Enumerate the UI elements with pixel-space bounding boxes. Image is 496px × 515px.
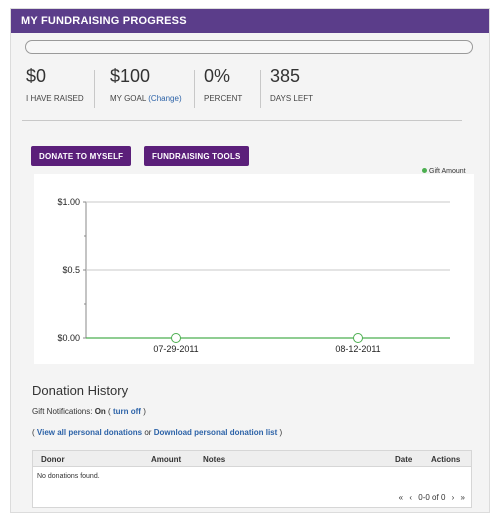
data-point (171, 333, 181, 343)
goal-label: MY GOAL (Change) (110, 94, 182, 103)
column-header-actions: Actions (431, 455, 461, 464)
view-all-donations-link[interactable]: View all personal donations (37, 428, 142, 437)
links-paren-open: ( (32, 428, 35, 437)
raised-label: I HAVE RAISED (26, 94, 84, 103)
gift-amount-chart: $1.00 $0.5 $0.00 07-29-2011 08-12-2011 (34, 174, 474, 364)
x-tick-label: 07-29-2011 (153, 344, 198, 354)
stat-divider (260, 70, 261, 108)
donation-table: Donor Amount Notes Date Actions No donat… (32, 450, 472, 508)
progress-bar (25, 40, 473, 54)
y-tick-label: $0.00 (57, 333, 80, 343)
stats-row: $0 I HAVE RAISED $100 MY GOAL (Change) 0… (24, 66, 454, 110)
download-donation-list-link[interactable]: Download personal donation list (154, 428, 278, 437)
first-page-button[interactable]: « (399, 493, 403, 502)
prev-page-button[interactable]: ‹ (409, 493, 412, 502)
x-tick-label: 08-12-2011 (335, 344, 380, 354)
data-point (353, 333, 363, 343)
donate-to-myself-button[interactable]: DONATE TO MYSELF (31, 146, 132, 166)
table-pager: « ‹ 0-0 of 0 › » (395, 493, 465, 502)
notif-state: On (94, 407, 106, 416)
stat-days-left: 385 DAYS LEFT (270, 66, 313, 110)
goal-value: $100 (110, 66, 151, 86)
stat-goal: $100 MY GOAL (Change) (110, 66, 182, 110)
notif-paren-close: ) (143, 407, 146, 416)
table-header: Donor Amount Notes Date Actions (33, 451, 471, 467)
column-header-donor[interactable]: Donor (41, 455, 65, 464)
fundraising-tools-button[interactable]: FUNDRAISING TOOLS (144, 146, 249, 166)
raised-value: $0 (26, 66, 47, 86)
percent-value: 0% (204, 66, 231, 86)
days-left-label: DAYS LEFT (270, 94, 313, 103)
days-left-value: 385 (270, 66, 301, 86)
percent-label: PERCENT (204, 94, 243, 103)
goal-label-text: MY GOAL (110, 94, 147, 103)
turn-off-link[interactable]: turn off (113, 407, 141, 416)
donation-links: ( View all personal donations or Downloa… (32, 428, 282, 437)
legend-marker (422, 168, 427, 173)
empty-table-message: No donations found. (37, 473, 100, 480)
column-header-notes[interactable]: Notes (203, 455, 225, 464)
stat-raised: $0 I HAVE RAISED (26, 66, 84, 110)
last-page-button[interactable]: » (461, 493, 465, 502)
stat-divider (194, 70, 195, 108)
chart-svg: $1.00 $0.5 $0.00 07-29-2011 08-12-2011 (57, 197, 450, 354)
gift-notifications: Gift Notifications: On ( turn off ) (32, 407, 146, 416)
panel-title: MY FUNDRAISING PROGRESS (11, 9, 489, 33)
next-page-button[interactable]: › (452, 493, 455, 502)
stat-divider (94, 70, 95, 108)
divider (22, 120, 462, 121)
notif-paren-open: ( (108, 407, 111, 416)
notif-label: Gift Notifications: (32, 407, 93, 416)
change-goal-link[interactable]: (Change) (148, 94, 181, 103)
column-header-amount[interactable]: Amount (151, 455, 181, 464)
stat-percent: 0% PERCENT (204, 66, 242, 110)
y-tick-label: $0.5 (62, 265, 80, 275)
page-range: 0-0 of 0 (418, 493, 446, 502)
y-tick-label: $1.00 (57, 197, 80, 207)
links-paren-close: ) (279, 428, 283, 437)
column-header-date[interactable]: Date (395, 455, 412, 464)
links-or: or (144, 428, 152, 437)
donation-history-title: Donation History (32, 383, 129, 398)
